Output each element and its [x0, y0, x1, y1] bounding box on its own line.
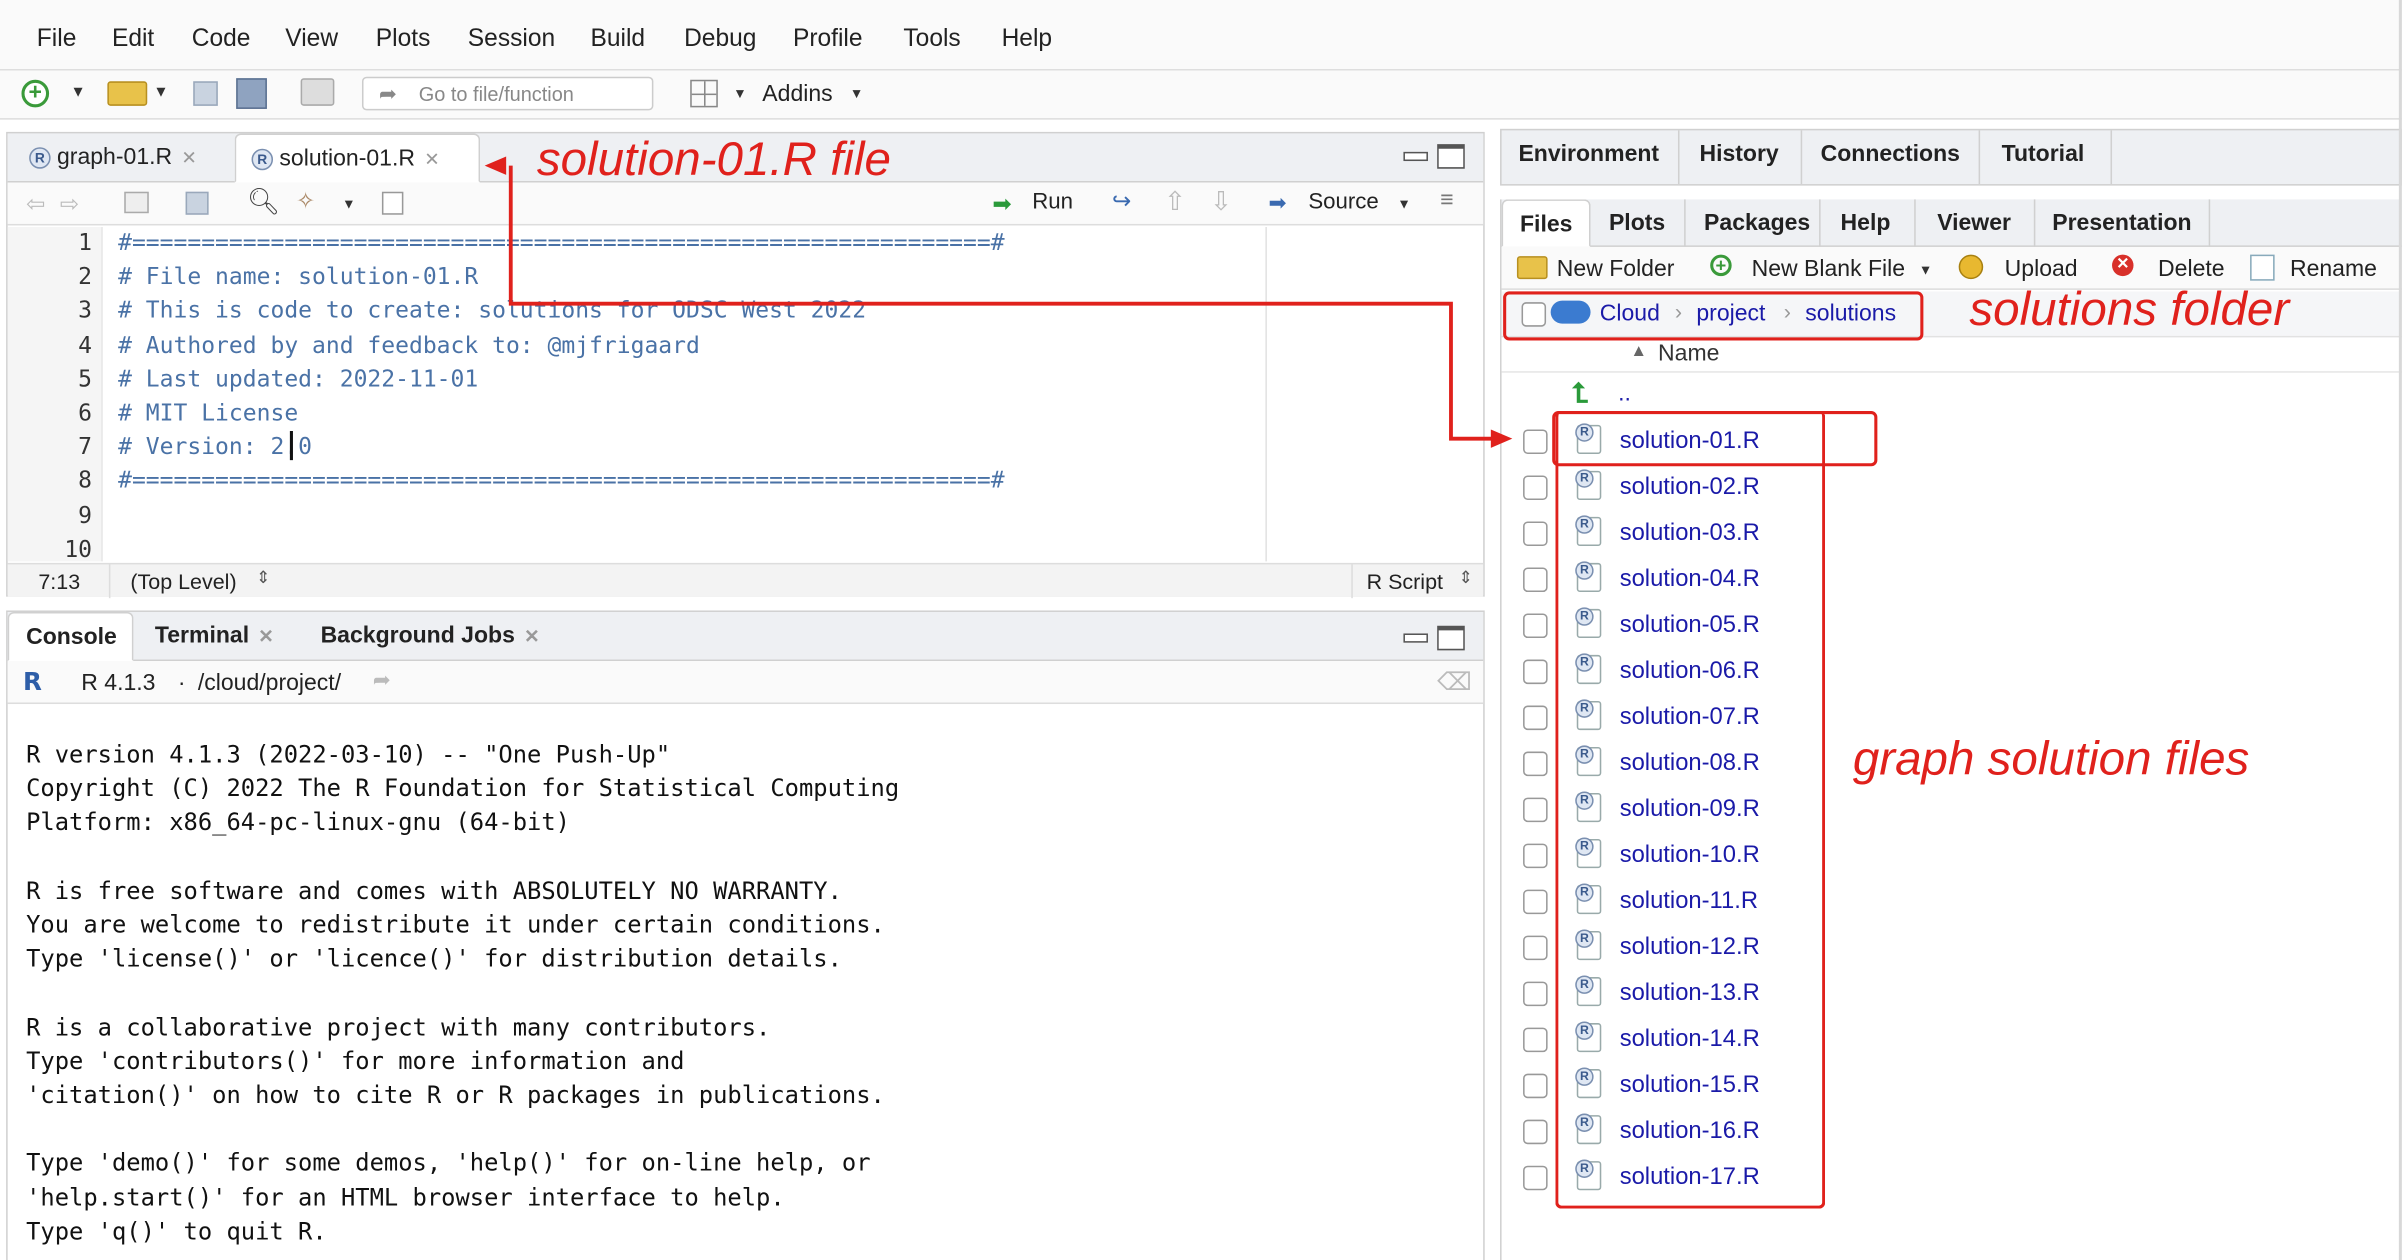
annotation-files-label: graph solution files	[1852, 731, 2250, 786]
arrow-line	[508, 165, 1507, 441]
arrow-head	[1490, 429, 1513, 448]
arrow-head	[484, 156, 507, 175]
annotation-folder-label: solutions folder	[1969, 282, 2290, 336]
annotation-file-label: solution-01.R file	[536, 131, 891, 186]
annotation-arrow	[484, 156, 1513, 448]
